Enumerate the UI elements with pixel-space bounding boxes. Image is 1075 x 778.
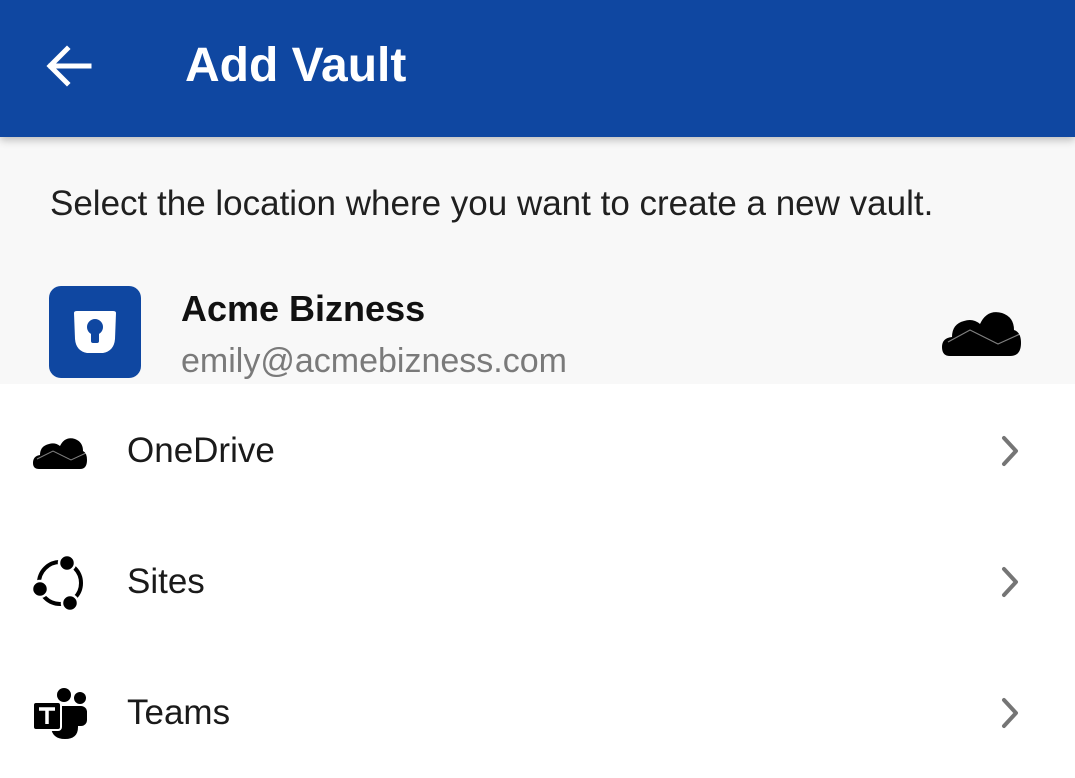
- onedrive-cloud-icon: [942, 312, 1021, 356]
- location-label: Sites: [127, 562, 205, 601]
- back-button[interactable]: [34, 34, 104, 98]
- page-title: Add Vault: [185, 39, 407, 92]
- keyhole-logo-icon: [49, 286, 141, 378]
- account-email: emily@acmebizness.com: [181, 342, 567, 380]
- instruction-text: Select the location where you want to cr…: [50, 184, 934, 223]
- chevron-right-icon: [1002, 698, 1018, 728]
- app-bar: Add Vault: [0, 0, 1075, 137]
- chevron-right-icon: [1002, 436, 1018, 466]
- teams-icon: [30, 686, 90, 742]
- location-label: Teams: [127, 693, 231, 732]
- location-row-onedrive[interactable]: OneDrive: [0, 386, 1075, 516]
- chevron-right-icon: [1002, 567, 1018, 597]
- sharepoint-sites-icon: [30, 555, 90, 611]
- onedrive-cloud-icon: [30, 424, 90, 480]
- account-name: Acme Bizness: [181, 288, 426, 329]
- location-row-teams[interactable]: Teams: [0, 648, 1075, 778]
- location-label: OneDrive: [127, 431, 275, 470]
- arrow-left-icon: [46, 45, 92, 87]
- location-row-sites[interactable]: Sites: [0, 517, 1075, 647]
